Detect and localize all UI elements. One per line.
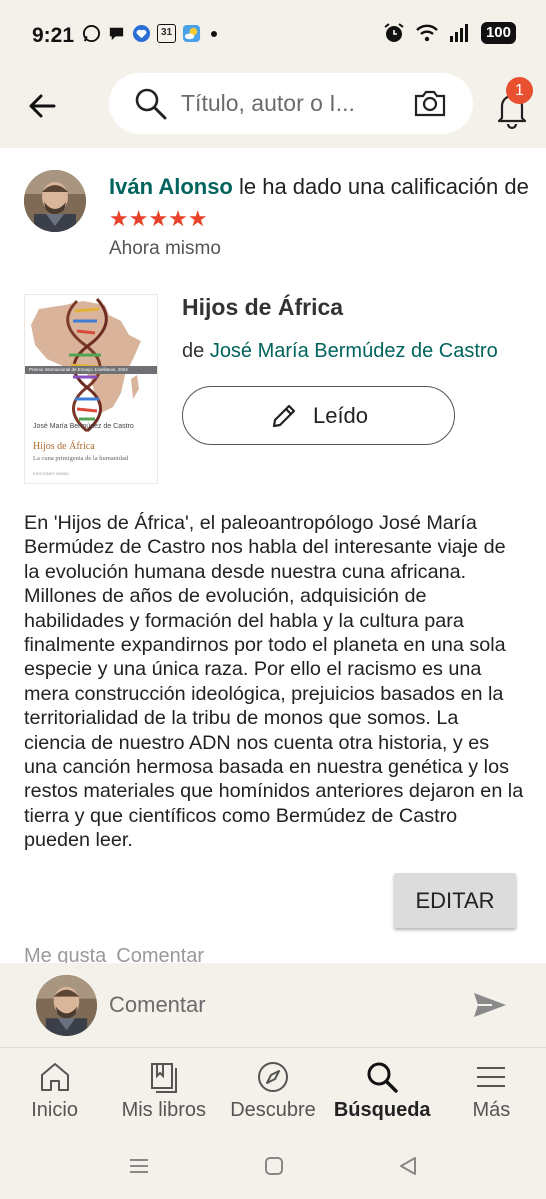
cover-award-band: Premio Internacional de Ensayo Jovellano… bbox=[25, 366, 157, 374]
search-box[interactable] bbox=[109, 73, 473, 134]
book-byline: de José María Bermúdez de Castro bbox=[182, 340, 498, 363]
user-photo bbox=[24, 170, 86, 232]
review-text: En 'Hijos de África', el paleoantropólog… bbox=[24, 512, 524, 852]
nav-label: Inicio bbox=[31, 1099, 78, 1121]
system-status-icons: 100 bbox=[383, 22, 516, 44]
battery-indicator: 100 bbox=[480, 22, 516, 44]
back-arrow-icon[interactable] bbox=[24, 86, 64, 126]
nav-label: Más bbox=[472, 1099, 511, 1121]
avatar bbox=[36, 975, 97, 1036]
home-icon bbox=[40, 1063, 69, 1091]
alarm-icon bbox=[384, 23, 404, 42]
signal-icon bbox=[449, 24, 468, 42]
search-icon bbox=[135, 88, 167, 120]
by-label: de bbox=[182, 340, 210, 362]
chat-icon bbox=[109, 27, 124, 41]
activity-detail: Iván Alonso le ha dado una calificación … bbox=[0, 148, 546, 963]
recents-icon[interactable] bbox=[128, 1155, 150, 1177]
menu-icon bbox=[477, 1067, 506, 1087]
comment-link[interactable]: Comentar bbox=[116, 945, 204, 963]
user-photo bbox=[36, 975, 97, 1036]
calendar-icon: 31 bbox=[157, 24, 176, 43]
wifi-icon bbox=[416, 24, 438, 42]
comment-bar bbox=[0, 963, 546, 1048]
notification-badge: 1 bbox=[506, 77, 533, 104]
send-icon[interactable] bbox=[472, 989, 508, 1021]
review-actions: Me gusta Comentar bbox=[24, 945, 204, 963]
notification-icons: 31 bbox=[82, 24, 217, 43]
activity-action: le ha dado una calificación de bbox=[232, 174, 529, 199]
like-link[interactable]: Me gusta bbox=[24, 945, 106, 963]
whatsapp-icon bbox=[82, 24, 101, 43]
camera-scan-icon[interactable] bbox=[413, 87, 447, 119]
pencil-icon bbox=[272, 404, 296, 427]
book-cover[interactable]: Premio Internacional de Ensayo Jovellano… bbox=[24, 294, 158, 484]
rating-stars: ★★★★★ bbox=[109, 206, 208, 231]
nav-item-descubre[interactable]: Descubre bbox=[218, 1048, 327, 1132]
top-bar: 1 bbox=[0, 70, 546, 148]
status-bar: 9:21 31 100 bbox=[0, 0, 546, 70]
nav-label: Búsqueda bbox=[333, 1099, 431, 1121]
timestamp: Ahora mismo bbox=[109, 238, 221, 259]
comment-input[interactable] bbox=[109, 989, 409, 1021]
nav-item-mas[interactable]: Más bbox=[437, 1048, 546, 1132]
books-icon bbox=[150, 1063, 177, 1093]
nav-label: Descubre bbox=[230, 1099, 316, 1121]
weather-icon bbox=[182, 24, 201, 43]
avatar[interactable] bbox=[24, 170, 86, 232]
read-status-button[interactable]: Leído bbox=[182, 386, 455, 445]
bottom-nav: Inicio Mis libros Descubre Búsqueda Más bbox=[0, 1048, 546, 1132]
search-input[interactable] bbox=[181, 87, 396, 119]
more-notifications-dot bbox=[211, 30, 217, 37]
status-time: 9:21 bbox=[32, 24, 75, 47]
user-name-link[interactable]: Iván Alonso bbox=[109, 174, 233, 199]
heart-app-icon bbox=[132, 24, 151, 43]
nav-item-busqueda[interactable]: Búsqueda bbox=[328, 1048, 437, 1132]
nav-item-mis-libros[interactable]: Mis libros bbox=[109, 1048, 218, 1132]
author-link[interactable]: José María Bermúdez de Castro bbox=[210, 340, 498, 362]
cover-author: José María Bermúdez de Castro bbox=[33, 423, 134, 430]
home-button-icon[interactable] bbox=[263, 1155, 285, 1177]
search-icon bbox=[367, 1062, 398, 1093]
cover-publisher: EDICIONES NOBEL bbox=[33, 471, 70, 476]
nav-label: Mis libros bbox=[121, 1099, 207, 1121]
cover-subtitle: La cuna primigenia de la humanidad bbox=[33, 455, 129, 462]
nav-item-inicio[interactable]: Inicio bbox=[0, 1048, 109, 1132]
system-nav-bar bbox=[0, 1132, 546, 1199]
activity-text: Iván Alonso le ha dado una calificación … bbox=[109, 171, 529, 235]
back-button-icon[interactable] bbox=[397, 1155, 419, 1177]
edit-review-button[interactable]: EDITAR bbox=[394, 873, 516, 928]
cover-title: Hijos de África bbox=[33, 441, 95, 452]
compass-icon bbox=[258, 1062, 288, 1092]
read-status-label: Leído bbox=[312, 402, 369, 428]
book-title[interactable]: Hijos de África bbox=[182, 294, 343, 321]
